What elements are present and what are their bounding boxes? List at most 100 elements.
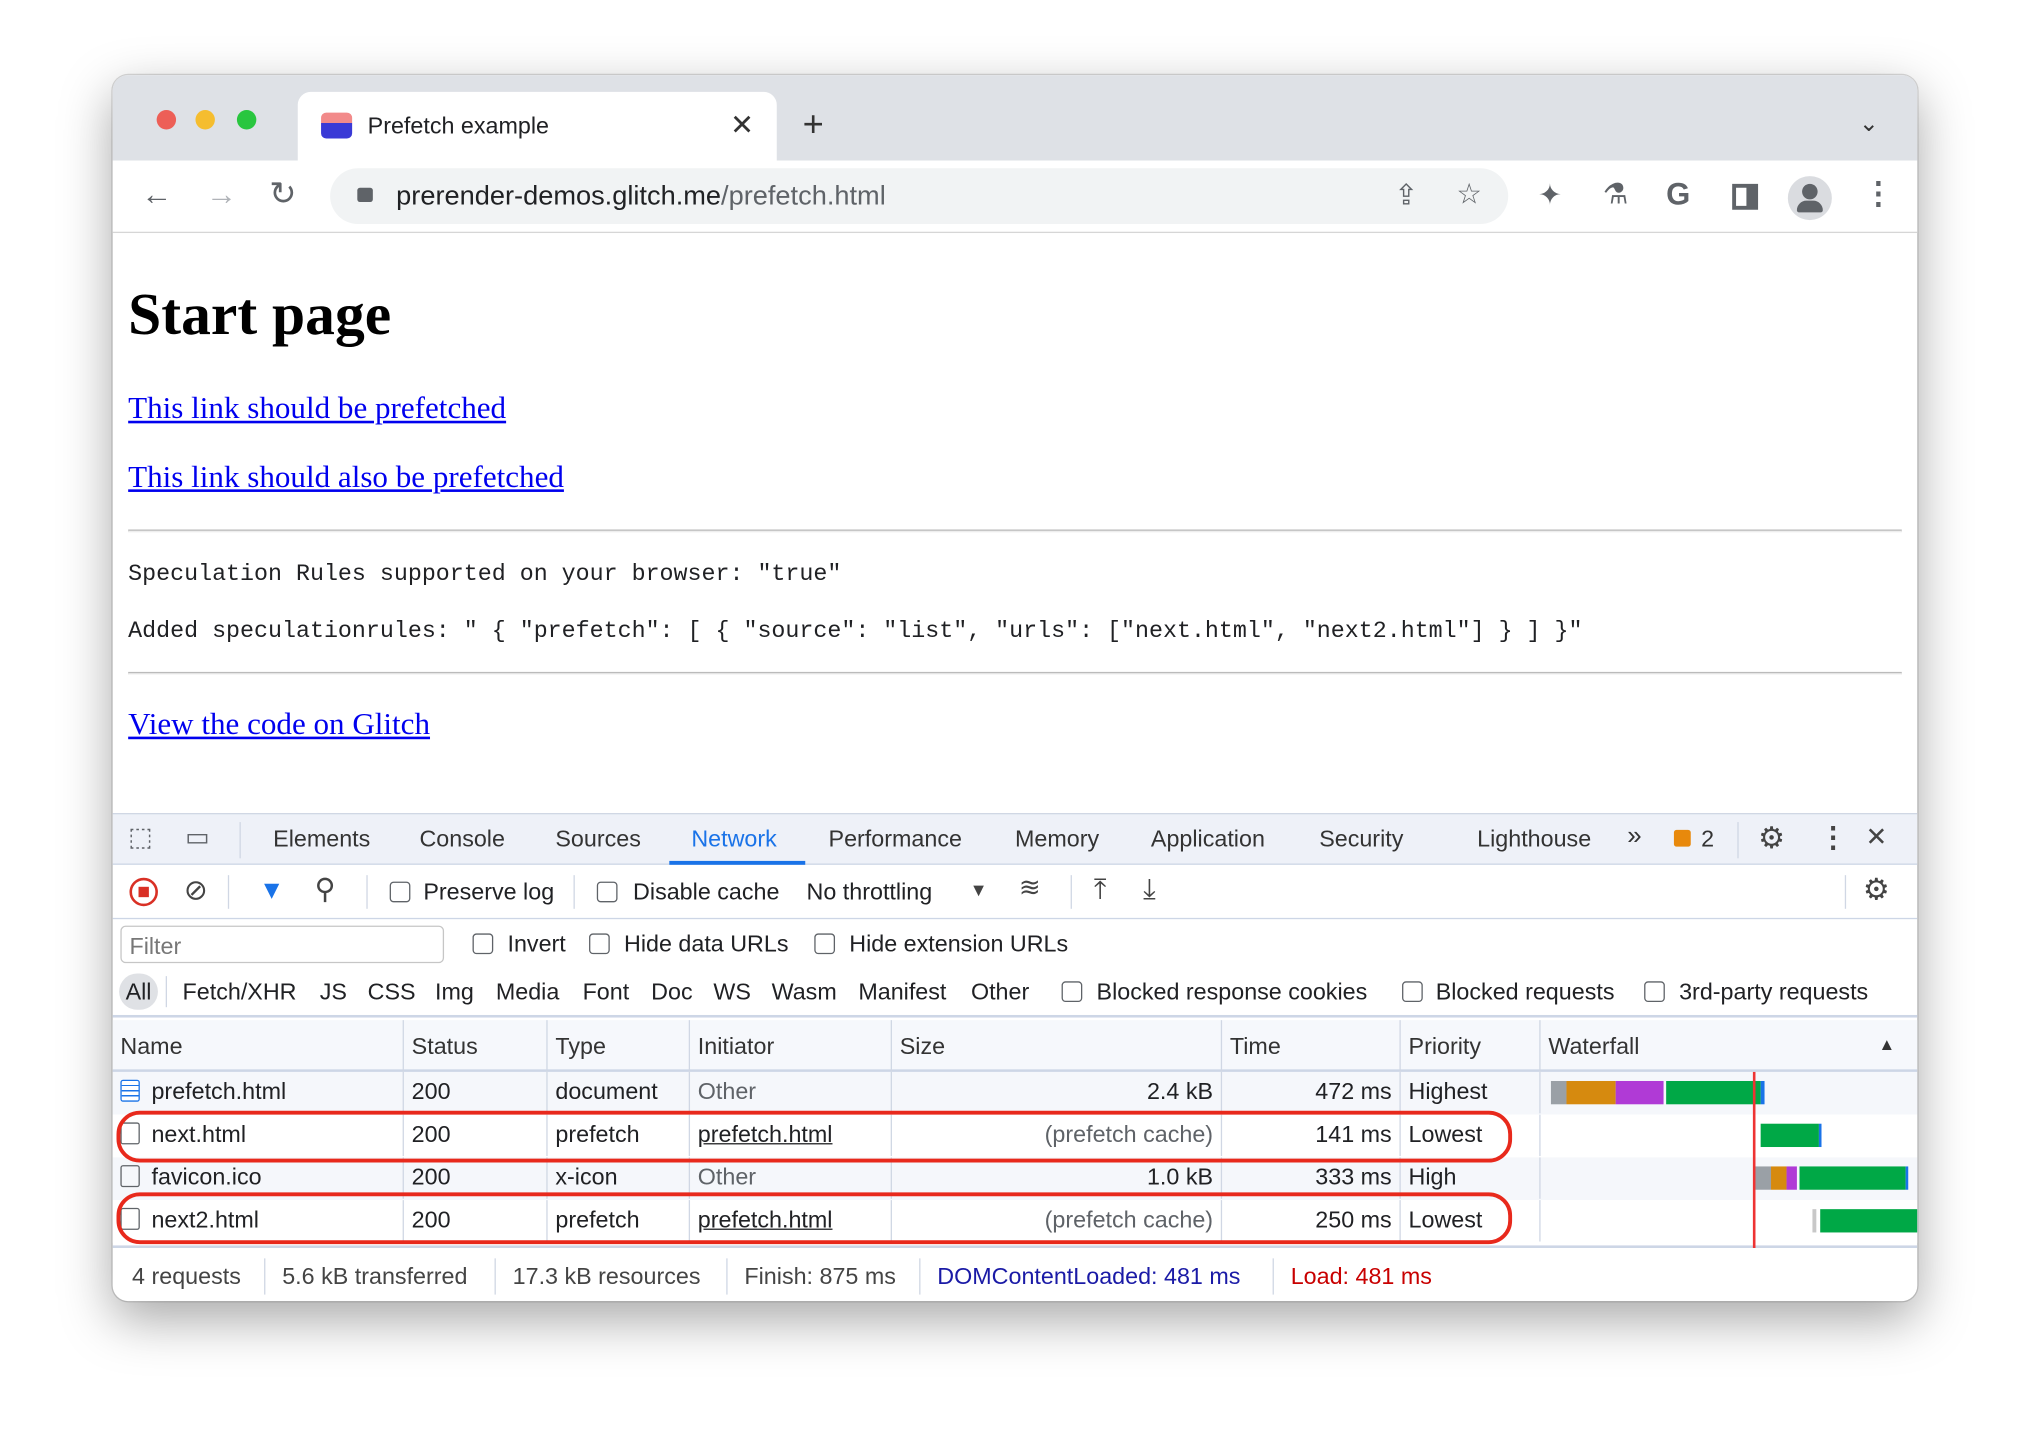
- more-tabs-button[interactable]: »: [1627, 822, 1641, 852]
- type-font[interactable]: Font: [583, 979, 630, 1006]
- column-status[interactable]: Status: [404, 1020, 548, 1072]
- bookmark-star-icon[interactable]: ☆: [1456, 179, 1482, 208]
- close-window-button[interactable]: [156, 110, 177, 130]
- network-conditions-icon[interactable]: ≋: [1019, 875, 1041, 901]
- tab-elements[interactable]: Elements: [273, 826, 370, 853]
- reload-icon[interactable]: ↻: [269, 178, 296, 211]
- issues-count[interactable]: 2: [1701, 826, 1714, 853]
- table-row[interactable]: prefetch.html 200 document Other 2.4 kB 472 m…: [112, 1071, 1918, 1115]
- hide-data-urls-checkbox[interactable]: [589, 933, 610, 955]
- preserve-log-checkbox[interactable]: [389, 881, 411, 903]
- glitch-code-link[interactable]: View the code on Glitch: [128, 708, 430, 743]
- tab-memory[interactable]: Memory: [1015, 826, 1099, 853]
- hide-extension-urls-checkbox[interactable]: [814, 933, 836, 955]
- sort-ascending-icon[interactable]: ▲: [1878, 1036, 1895, 1053]
- finish-time: Finish: 875 ms: [744, 1263, 896, 1290]
- tab-security[interactable]: Security: [1319, 826, 1403, 853]
- export-har-icon[interactable]: ⤓: [1143, 875, 1156, 903]
- close-tab-icon[interactable]: ✕: [730, 111, 754, 139]
- type-media[interactable]: Media: [496, 979, 559, 1006]
- url-path: /prefetch.html: [721, 181, 886, 212]
- column-waterfall[interactable]: Waterfall: [1541, 1020, 1918, 1072]
- import-har-icon[interactable]: ⤒: [1094, 875, 1107, 903]
- record-stop-icon[interactable]: [129, 877, 158, 907]
- type-js[interactable]: JS: [320, 979, 347, 1006]
- tab-console[interactable]: Console: [419, 826, 505, 853]
- column-name[interactable]: Name: [113, 1020, 404, 1072]
- type-doc[interactable]: Doc: [651, 979, 692, 1006]
- minimize-window-button[interactable]: [195, 110, 215, 130]
- dropdown-arrow-icon[interactable]: ▼: [970, 880, 988, 898]
- issues-warning-icon[interactable]: [1673, 829, 1691, 847]
- cell-size-text: 2.4 kB: [1146, 1078, 1214, 1105]
- tab-lighthouse[interactable]: Lighthouse: [1477, 826, 1591, 853]
- third-party-label: 3rd-party requests: [1679, 978, 1869, 1005]
- third-party-checkbox[interactable]: [1644, 981, 1665, 1003]
- waterfall-bar: [1760, 1123, 1819, 1148]
- google-icon[interactable]: G: [1666, 179, 1690, 211]
- column-priority[interactable]: Priority: [1401, 1020, 1541, 1072]
- highlight-oval: [116, 1110, 1513, 1163]
- tab-performance[interactable]: Performance: [829, 826, 962, 853]
- type-wasm[interactable]: Wasm: [772, 979, 837, 1006]
- tab-network[interactable]: Network: [691, 826, 776, 853]
- waterfall-bar: [1760, 1080, 1765, 1105]
- side-panel-icon[interactable]: [1732, 183, 1759, 210]
- prefetch-link-1[interactable]: This link should be prefetched: [128, 392, 506, 427]
- tab-search-chevron-icon[interactable]: ⌄: [1859, 111, 1879, 134]
- share-icon[interactable]: ⇪: [1394, 181, 1418, 209]
- type-css[interactable]: CSS: [368, 979, 416, 1006]
- cell-time-text: 472 ms: [1315, 1078, 1392, 1105]
- throttling-select[interactable]: No throttling: [807, 879, 933, 906]
- cell-name: prefetch.html: [113, 1071, 404, 1114]
- column-time[interactable]: Time: [1222, 1020, 1401, 1072]
- browser-tab[interactable]: Prefetch example ✕: [297, 91, 777, 161]
- search-icon[interactable]: ⚲: [315, 875, 336, 903]
- clear-icon[interactable]: ⊘: [184, 876, 208, 904]
- cell-initiator-text: Other: [697, 1078, 757, 1105]
- extensions-icon[interactable]: ✦: [1538, 181, 1562, 209]
- type-manifest[interactable]: Manifest: [858, 979, 946, 1006]
- cell-time: 472 ms: [1222, 1071, 1401, 1114]
- type-other[interactable]: Other: [971, 979, 1029, 1006]
- maximize-window-button[interactable]: [236, 110, 257, 130]
- new-tab-icon[interactable]: +: [803, 106, 824, 142]
- type-img[interactable]: Img: [435, 979, 474, 1006]
- cell-priority: Highest: [1401, 1071, 1541, 1114]
- menu-dots-icon[interactable]: ⋮: [1863, 178, 1894, 210]
- tab-application[interactable]: Application: [1151, 826, 1265, 853]
- back-icon[interactable]: ←: [141, 179, 172, 211]
- type-ws[interactable]: WS: [713, 979, 751, 1006]
- waterfall-bar: [1799, 1166, 1906, 1190]
- tab-sources[interactable]: Sources: [555, 826, 641, 853]
- column-size[interactable]: Size: [892, 1020, 1223, 1072]
- filter-input[interactable]: Filter: [120, 925, 445, 964]
- avatar[interactable]: [1787, 176, 1832, 221]
- cell-priority-text: Highest: [1408, 1078, 1488, 1105]
- cell-initiator-text: Other: [697, 1163, 757, 1190]
- filter-funnel-icon[interactable]: ▼: [259, 878, 285, 904]
- blocked-requests-checkbox[interactable]: [1402, 981, 1423, 1003]
- highlight-oval: [116, 1192, 1513, 1245]
- disable-cache-checkbox[interactable]: [596, 881, 618, 903]
- speculation-support-text: Speculation Rules supported on your brow…: [128, 561, 842, 588]
- network-settings-gear-icon[interactable]: ⚙: [1863, 875, 1890, 905]
- prefetch-link-2[interactable]: This link should also be prefetched: [128, 461, 564, 496]
- hide-extension-urls-label: Hide extension URLs: [849, 930, 1069, 957]
- type-fetch-xhr[interactable]: Fetch/XHR: [183, 979, 297, 1006]
- type-all[interactable]: All: [126, 979, 152, 1006]
- invert-checkbox[interactable]: [472, 933, 494, 955]
- address-bar[interactable]: prerender-demos.glitch.me/prefetch.html …: [330, 168, 1509, 224]
- close-devtools-icon[interactable]: ✕: [1866, 825, 1888, 851]
- inspect-element-icon[interactable]: ⬚: [128, 825, 152, 851]
- forward-icon[interactable]: →: [206, 179, 237, 211]
- device-toolbar-icon[interactable]: ▭: [185, 825, 209, 851]
- column-initiator[interactable]: Initiator: [690, 1020, 892, 1072]
- browser-toolbar: ← → ↻ prerender-demos.glitch.me/prefetch…: [112, 160, 1918, 234]
- column-type[interactable]: Type: [548, 1020, 691, 1072]
- blocked-cookies-checkbox[interactable]: [1061, 981, 1083, 1003]
- flask-icon[interactable]: ⚗: [1603, 179, 1629, 208]
- settings-gear-icon[interactable]: ⚙: [1758, 823, 1785, 853]
- devtools-menu-icon[interactable]: ⋮: [1819, 823, 1847, 851]
- lock-icon: [357, 187, 373, 202]
